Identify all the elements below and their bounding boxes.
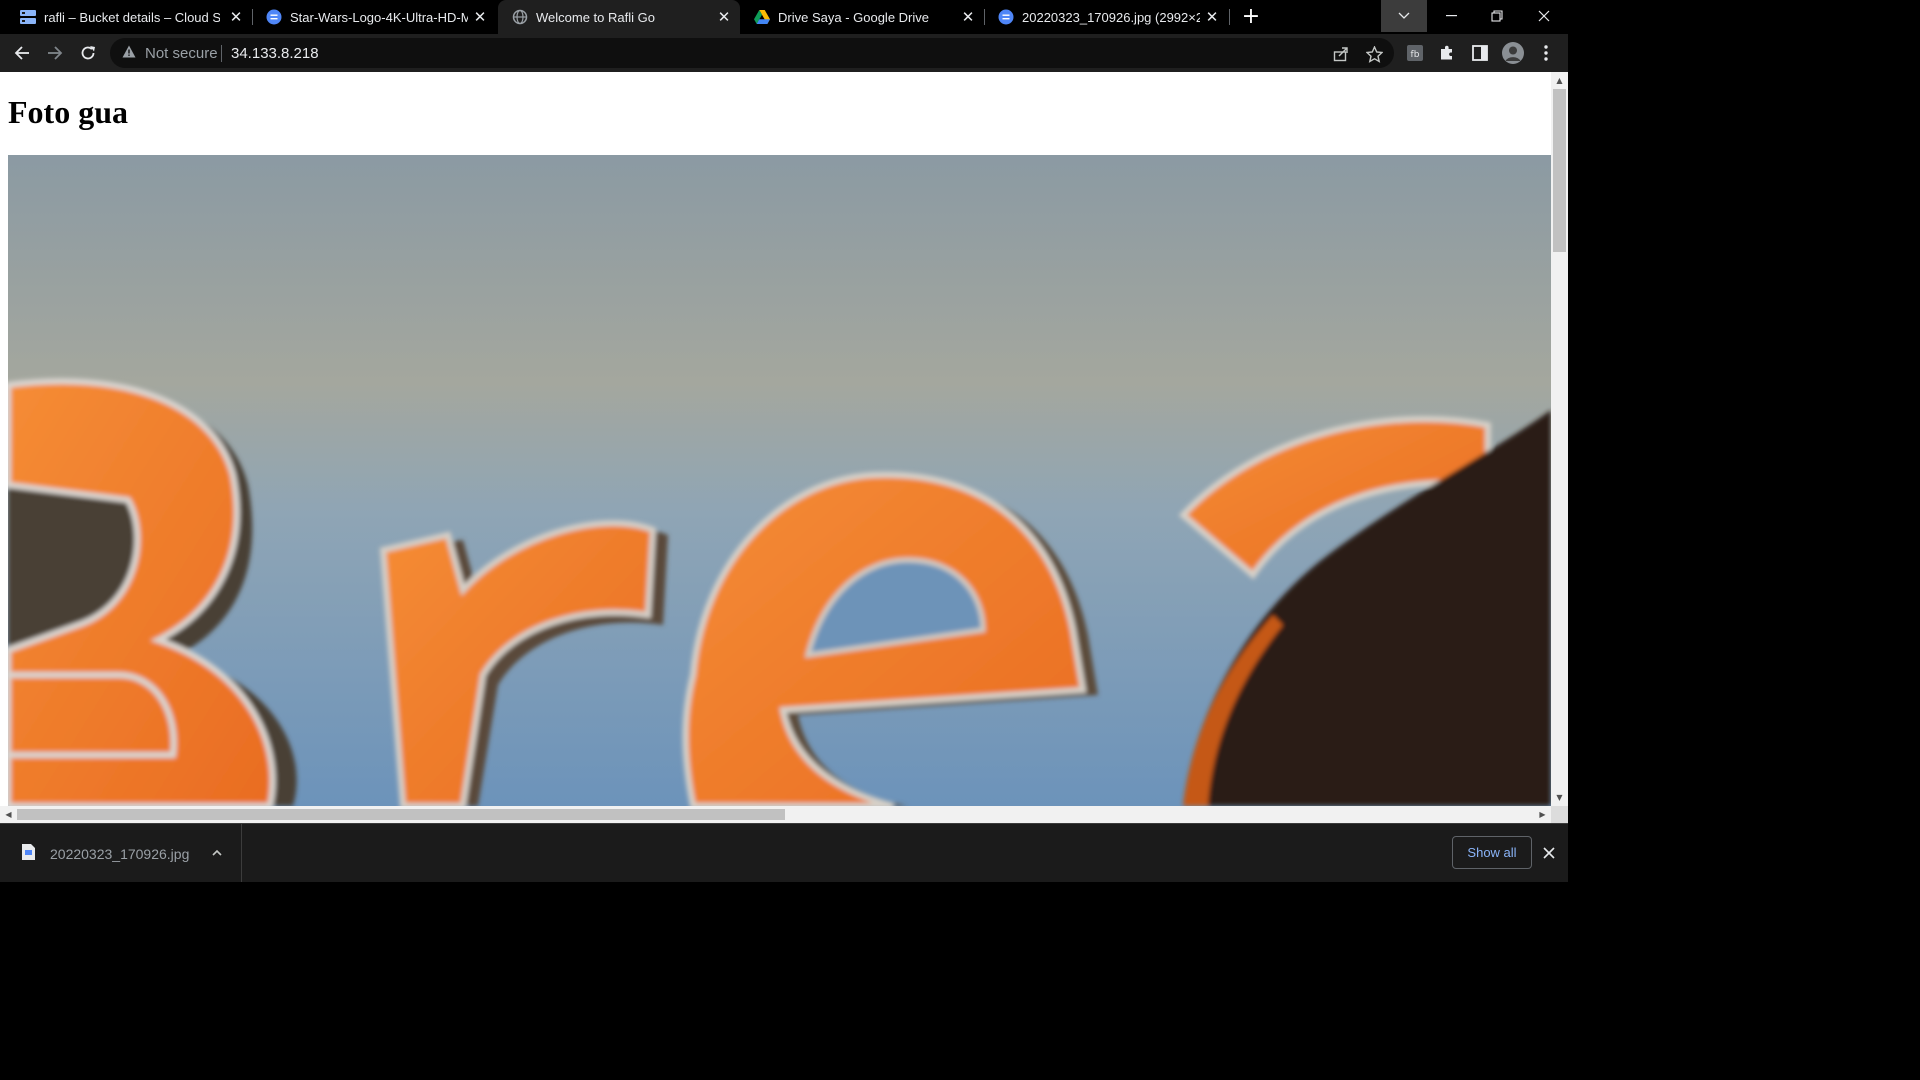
tab-title: Star-Wars-Logo-4K-Ultra-HD-Mobile — [290, 9, 468, 25]
download-item[interactable]: 20220323_170926.jpg — [0, 824, 242, 882]
vertical-scroll-thumb[interactable] — [1553, 89, 1566, 252]
close-icon[interactable]: ✕ — [472, 9, 488, 25]
horizontal-scrollbar[interactable]: ◀ ▶ — [0, 806, 1551, 823]
omnibox-divider — [221, 45, 222, 62]
horizontal-scroll-thumb[interactable] — [17, 809, 785, 820]
tab-title: Welcome to Rafli Go — [536, 9, 655, 25]
new-tab-button[interactable]: + — [1239, 5, 1263, 29]
vertical-scrollbar[interactable]: ▲ ▼ — [1551, 72, 1568, 806]
photo — [8, 155, 1551, 806]
more-vert-icon[interactable] — [1535, 42, 1557, 64]
image-file-icon — [998, 9, 1014, 25]
scroll-left-arrow[interactable]: ◀ — [4, 810, 13, 819]
tab-strip: rafli – Bucket details – Cloud Storage ✕… — [0, 0, 1568, 34]
tab-search-button[interactable] — [1381, 0, 1427, 32]
forward-button[interactable] — [40, 38, 70, 68]
chevron-down-icon — [1398, 12, 1410, 19]
bookmark-star-icon[interactable] — [1365, 45, 1383, 63]
minimize-icon — [1445, 15, 1457, 17]
google-drive-icon — [754, 9, 770, 25]
tab-cloud-storage[interactable]: rafli – Bucket details – Cloud Storage ✕ — [6, 0, 252, 34]
browser-toolbar: Not secure 34.133.8.218 fb — [0, 34, 1568, 72]
tab-title: rafli – Bucket details – Cloud Storage — [44, 9, 220, 25]
download-file-name: 20220323_170926.jpg — [50, 846, 190, 862]
back-button[interactable] — [7, 38, 37, 68]
restore-button[interactable] — [1474, 0, 1520, 32]
side-panel-icon[interactable] — [1469, 42, 1491, 64]
globe-icon — [512, 9, 528, 25]
extensions-puzzle-icon[interactable] — [1436, 42, 1458, 64]
chevron-up-icon[interactable] — [208, 844, 226, 862]
tab-google-drive[interactable]: Drive Saya - Google Drive ✕ — [740, 0, 984, 34]
download-shelf: 20220323_170926.jpg Show all — [0, 823, 1568, 882]
close-icon[interactable]: ✕ — [1204, 9, 1220, 25]
tab-star-wars[interactable]: Star-Wars-Logo-4K-Ultra-HD-Mobile ✕ — [252, 0, 496, 34]
close-icon[interactable]: ✕ — [716, 9, 732, 25]
tab-title: Drive Saya - Google Drive — [778, 9, 929, 25]
tab-welcome-rafli-go[interactable]: Welcome to Rafli Go ✕ — [498, 0, 740, 34]
warning-triangle-icon[interactable] — [122, 45, 136, 63]
file-icon — [22, 844, 35, 860]
tab-title: 20220323_170926.jpg (2992×2992) — [1022, 9, 1200, 25]
restore-icon — [1491, 10, 1503, 22]
scroll-down-arrow[interactable]: ▼ — [1555, 793, 1564, 802]
scroll-up-arrow[interactable]: ▲ — [1555, 76, 1564, 85]
url-text[interactable]: 34.133.8.218 — [231, 45, 319, 62]
minimize-button[interactable] — [1428, 0, 1474, 32]
show-all-button[interactable]: Show all — [1452, 836, 1532, 869]
share-icon[interactable] — [1332, 45, 1350, 63]
arrow-left-icon — [14, 46, 29, 60]
extension-fb-icon[interactable]: fb — [1404, 42, 1426, 64]
tab-image-20220323[interactable]: 20220323_170926.jpg (2992×2992) ✕ — [984, 0, 1228, 34]
cloud-storage-icon — [20, 9, 36, 25]
scrollbar-corner — [1551, 806, 1568, 823]
image-file-icon — [266, 9, 282, 25]
reload-button[interactable] — [73, 38, 103, 68]
page-title: Foto gua — [8, 94, 128, 130]
reload-icon — [81, 46, 95, 60]
close-icon[interactable]: ✕ — [228, 9, 244, 25]
security-label[interactable]: Not secure — [145, 45, 218, 62]
close-icon — [1543, 847, 1555, 859]
close-shelf-button[interactable] — [1540, 844, 1558, 862]
tab-separator — [1229, 9, 1230, 25]
close-icon — [1538, 10, 1550, 22]
scroll-right-arrow[interactable]: ▶ — [1538, 810, 1547, 819]
svg-text:fb: fb — [1411, 50, 1420, 60]
address-bar[interactable]: Not secure 34.133.8.218 — [110, 38, 1394, 68]
arrow-right-icon — [48, 46, 63, 60]
close-icon[interactable]: ✕ — [960, 9, 976, 25]
close-window-button[interactable] — [1521, 0, 1567, 32]
page-viewport: Foto gua ▲ ▼ ◀ ▶ — [0, 72, 1568, 823]
profile-avatar[interactable] — [1502, 42, 1524, 64]
